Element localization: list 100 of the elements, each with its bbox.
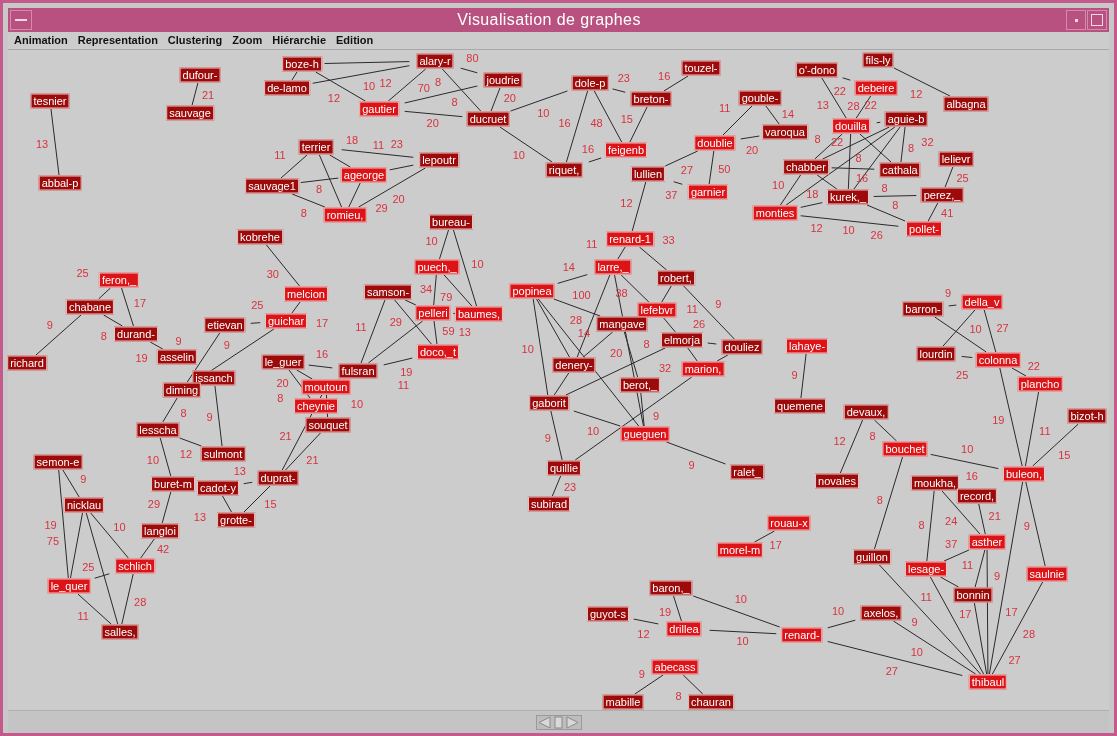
graph-node[interactable]: lesscha: [136, 422, 180, 438]
graph-node[interactable]: le_quer: [47, 578, 91, 594]
graph-node[interactable]: cadot-y: [196, 480, 240, 496]
graph-node[interactable]: garnier: [687, 184, 729, 200]
graph-node[interactable]: subirad: [527, 496, 571, 512]
graph-node[interactable]: cathala: [879, 162, 921, 178]
graph-node[interactable]: gaborit: [529, 395, 569, 411]
graph-node[interactable]: samson-: [363, 284, 413, 300]
graph-node[interactable]: asselin: [156, 349, 198, 365]
graph-node[interactable]: terrier: [298, 139, 334, 155]
graph-node[interactable]: denery-: [552, 357, 596, 373]
graph-node[interactable]: le_guer: [261, 354, 305, 370]
graph-node[interactable]: kurek,_: [826, 189, 870, 205]
graph-node[interactable]: salles,: [101, 624, 139, 640]
graph-node[interactable]: chauran: [688, 694, 734, 710]
graph-node[interactable]: record,: [956, 488, 998, 504]
graph-node[interactable]: pollet-: [906, 221, 942, 237]
graph-node[interactable]: monties: [752, 205, 798, 221]
menu-item[interactable]: Edition: [336, 35, 374, 46]
graph-node[interactable]: souquet: [305, 417, 351, 433]
graph-node[interactable]: quillie: [546, 460, 582, 476]
graph-node[interactable]: elmorja: [660, 332, 704, 348]
graph-node[interactable]: drillea: [666, 621, 702, 637]
graph-node[interactable]: sulmont: [200, 446, 246, 462]
graph-node[interactable]: asther: [968, 534, 1006, 550]
graph-node[interactable]: joudrie: [483, 72, 523, 88]
graph-node[interactable]: o'-dono: [795, 62, 839, 78]
minimize-button[interactable]: [1066, 10, 1086, 30]
graph-node[interactable]: guillon: [853, 549, 891, 565]
graph-node[interactable]: marion,: [681, 361, 725, 377]
graph-node[interactable]: kobrehe: [237, 229, 283, 245]
graph-node[interactable]: lullien: [630, 166, 666, 182]
graph-node[interactable]: abecass: [651, 659, 699, 675]
graph-node[interactable]: rouau-x: [767, 515, 811, 531]
graph-node[interactable]: lesage-: [904, 561, 948, 577]
graph-node[interactable]: boze-h: [282, 56, 322, 72]
menu-item[interactable]: Representation: [77, 35, 158, 46]
graph-node[interactable]: schlich: [115, 558, 155, 574]
graph-node[interactable]: axelos,: [860, 605, 902, 621]
graph-node[interactable]: moutoun: [301, 379, 351, 395]
graph-node[interactable]: thibaul: [968, 674, 1008, 690]
menu-item[interactable]: Zoom: [232, 35, 263, 46]
graph-node[interactable]: doublie: [694, 135, 736, 151]
graph-node[interactable]: morel-m: [716, 542, 764, 558]
graph-node[interactable]: guichar: [264, 313, 308, 329]
graph-node[interactable]: novales: [815, 473, 859, 489]
graph-node[interactable]: lelievr: [938, 151, 974, 167]
graph-node[interactable]: renard-1: [606, 231, 654, 247]
graph-node[interactable]: plancho: [1017, 376, 1063, 392]
graph-node[interactable]: varoqua: [762, 124, 808, 140]
graph-node[interactable]: romieu,: [323, 207, 367, 223]
graph-node[interactable]: chabane: [65, 299, 115, 315]
graph-node[interactable]: duprat-: [257, 470, 299, 486]
graph-node[interactable]: lahaye-: [785, 338, 829, 354]
menu-item[interactable]: Clustering: [167, 35, 223, 46]
graph-node[interactable]: robert,: [657, 270, 695, 286]
graph-node[interactable]: durand-: [114, 326, 158, 342]
graph-node[interactable]: sauvage: [166, 105, 214, 121]
graph-node[interactable]: lepoutr: [419, 152, 459, 168]
graph-node[interactable]: devaux,: [843, 404, 889, 420]
graph-node[interactable]: colonna: [975, 352, 1021, 368]
graph-node[interactable]: langloi: [141, 523, 179, 539]
graph-node[interactable]: buret-m: [151, 476, 195, 492]
graph-node[interactable]: gautier: [359, 101, 399, 117]
graph-node[interactable]: issanch: [192, 370, 236, 386]
graph-node[interactable]: cheynie: [294, 398, 338, 414]
menu-item[interactable]: Animation: [14, 35, 68, 46]
graph-node[interactable]: gueguen: [620, 426, 670, 442]
graph-node[interactable]: breton-: [630, 91, 672, 107]
graph-node[interactable]: mabille: [602, 694, 644, 710]
graph-node[interactable]: puech,_: [414, 259, 460, 275]
graph-node[interactable]: moukha,: [910, 475, 960, 491]
graph-node[interactable]: douilla: [832, 118, 870, 134]
graph-node[interactable]: semon-e: [33, 454, 83, 470]
graph-node[interactable]: sauvage1: [245, 178, 299, 194]
graph-node[interactable]: lefebvr: [637, 302, 677, 318]
graph-node[interactable]: ralet_: [730, 464, 764, 480]
graph-node[interactable]: baumes,: [454, 306, 504, 322]
graph-node[interactable]: fulsran: [338, 363, 378, 379]
graph-node[interactable]: diming: [162, 382, 202, 398]
graph-node[interactable]: douliez: [721, 339, 763, 355]
graph-node[interactable]: doco,_t: [416, 344, 460, 360]
graph-node[interactable]: feron,_: [98, 272, 140, 288]
menu-item[interactable]: Hiérarchie: [272, 35, 327, 46]
graph-node[interactable]: dufour-: [179, 67, 221, 83]
graph-node[interactable]: de-lamo: [264, 80, 310, 96]
graph-node[interactable]: touzel-: [681, 60, 721, 76]
graph-node[interactable]: renard-: [781, 627, 823, 643]
graph-node[interactable]: chabber: [783, 159, 829, 175]
graph-node[interactable]: mangave: [596, 316, 648, 332]
graph-node[interactable]: bureau-: [429, 214, 473, 230]
graph-node[interactable]: bonnin: [953, 587, 993, 603]
graph-node[interactable]: bouchet: [882, 441, 928, 457]
graph-node[interactable]: richard: [7, 355, 47, 371]
graph-node[interactable]: albagna: [943, 96, 989, 112]
graph-node[interactable]: fils-ly: [862, 52, 894, 68]
graph-node[interactable]: della_v: [961, 294, 1003, 310]
graph-node[interactable]: berot,_: [619, 377, 661, 393]
graph-node[interactable]: tesnier: [30, 93, 70, 109]
graph-node[interactable]: debeire: [854, 80, 898, 96]
